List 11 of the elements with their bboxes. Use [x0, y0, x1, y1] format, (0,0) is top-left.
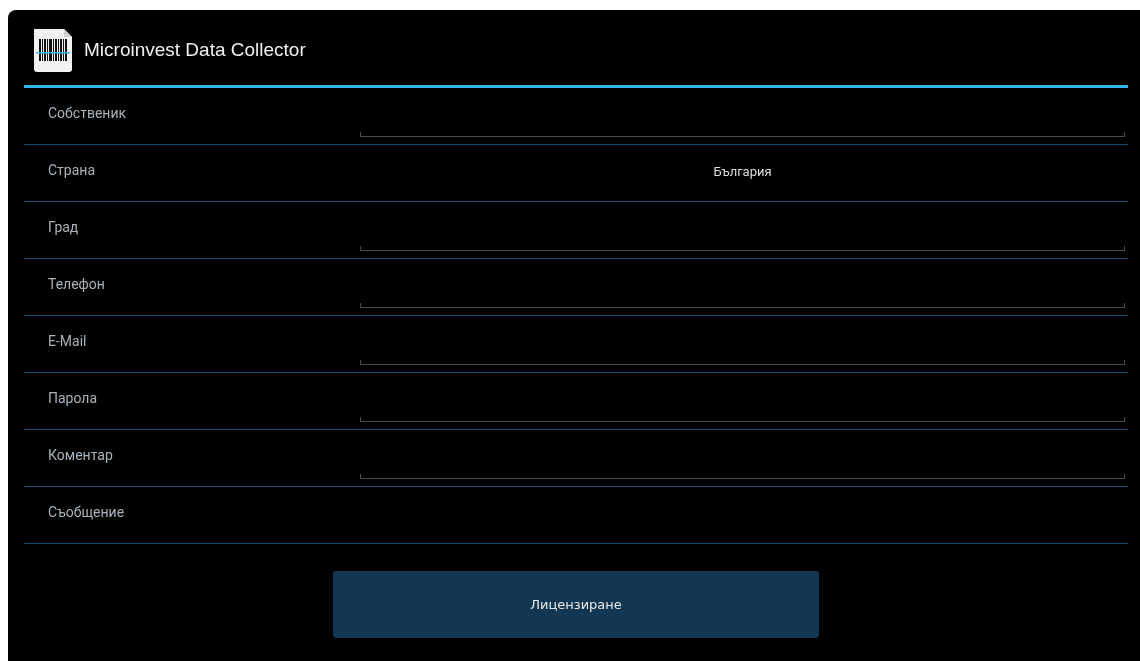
country-value[interactable]: България [713, 163, 772, 179]
field-label: E-Mail [47, 333, 88, 349]
field-label: Съобщение [47, 504, 126, 520]
field-label: Страна [47, 162, 96, 178]
license-button[interactable]: Лицензиране [333, 571, 819, 638]
field-label: Телефон [47, 276, 106, 292]
field-label: Собственик [47, 105, 128, 121]
app-title: Microinvest Data Collector [84, 38, 306, 61]
field-label: Коментар [47, 447, 114, 463]
field-label: Парола [47, 390, 99, 406]
field-label: Град [47, 219, 80, 235]
